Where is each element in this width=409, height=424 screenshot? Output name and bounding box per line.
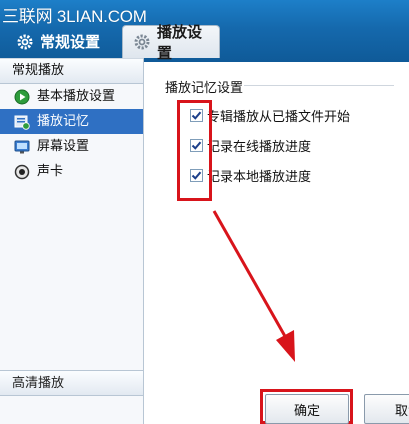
red-arrow-icon: [212, 210, 295, 362]
ok-button[interactable]: 确定: [265, 394, 349, 424]
cancel-button[interactable]: 取消: [364, 394, 409, 424]
